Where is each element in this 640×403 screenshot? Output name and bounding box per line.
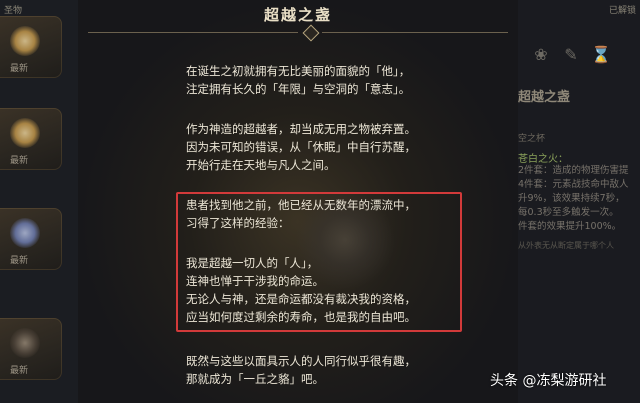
set-bonus-line: 4件套：元素战技命中敌人: [518, 179, 629, 190]
slot-label: 最新: [10, 64, 29, 74]
artifact-icon: [10, 328, 40, 358]
lore-line: 因为未可知的错误，从「休眠」中自行苏醒，: [186, 140, 416, 154]
artifact-slot[interactable]: 最新: [0, 208, 62, 270]
source-watermark: 头条 @冻梨游研社: [490, 373, 607, 389]
lore-line: 开始行走在天地与凡人之间。: [186, 158, 336, 172]
lore-line: 注定拥有长久的「年限」与空洞的「意志」。: [186, 82, 411, 96]
slot-label: 最新: [10, 256, 29, 266]
page-title: 超越之盏: [263, 6, 332, 24]
artifact-icon: [10, 26, 40, 56]
feather-icon[interactable]: ✎: [560, 44, 582, 66]
detail-header: 已解锁: [608, 6, 636, 16]
artifact-list: 圣物 最新 最新 最新 最新: [0, 0, 78, 403]
highlight-annotation: [176, 192, 462, 332]
artifact-type-icon[interactable]: ❀: [530, 44, 552, 66]
title-divider-right: [322, 32, 508, 33]
set-bonus-line: 2件套：造成的物理伤害提: [518, 165, 629, 176]
title-bar: 超越之盏: [78, 0, 518, 30]
list-header: 圣物: [4, 6, 23, 16]
set-bonus-text: 2件套：造成的物理伤害提 4件套：元素战技命中敌人 升9%，该效果持续7秒， 每…: [518, 164, 629, 234]
detail-footer: 从外表无从断定属于哪个人: [518, 241, 614, 250]
slot-label: 最新: [10, 156, 29, 166]
lore-line: 在诞生之初就拥有无比美丽的面貌的「他」，: [186, 64, 411, 78]
detail-subtitle: 空之杯: [518, 134, 546, 144]
artifact-icon: [10, 118, 40, 148]
slot-label: 最新: [10, 366, 29, 376]
title-divider-left: [88, 32, 298, 33]
detail-title: 超越之盏: [518, 90, 571, 105]
lore-paragraph-1: 在诞生之初就拥有无比美丽的面貌的「他」， 注定拥有长久的「年限」与空洞的「意志」…: [186, 62, 410, 98]
set-bonus-line: 升9%，该效果持续7秒，: [518, 193, 625, 204]
lore-paragraph-2: 作为神造的超越者，却当成无用之物被弃置。 因为未可知的错误，从「休眠」中自行苏醒…: [186, 120, 416, 174]
hourglass-icon[interactable]: ⌛: [590, 44, 612, 66]
lore-paragraph-5: 既然与这些以面具示人的人同行似乎很有趣， 那就成为「一丘之貉」吧。: [186, 352, 416, 388]
lore-line: 作为神造的超越者，却当成无用之物被弃置。: [186, 122, 416, 136]
artifact-icon: [10, 218, 40, 248]
artifact-slot[interactable]: 最新: [0, 108, 62, 170]
set-bonus-line: 每0.3秒至多触发一次。: [518, 207, 619, 218]
set-name: 苍白之火：: [518, 154, 568, 165]
lore-line: 既然与这些以面具示人的人同行似乎很有趣，: [186, 354, 416, 368]
artifact-slot[interactable]: 最新: [0, 318, 62, 380]
artifact-slot[interactable]: 最新: [0, 16, 62, 78]
set-bonus-line: 件套的效果提升100%。: [518, 221, 622, 232]
lore-line: 那就成为「一丘之貉」吧。: [186, 372, 324, 386]
